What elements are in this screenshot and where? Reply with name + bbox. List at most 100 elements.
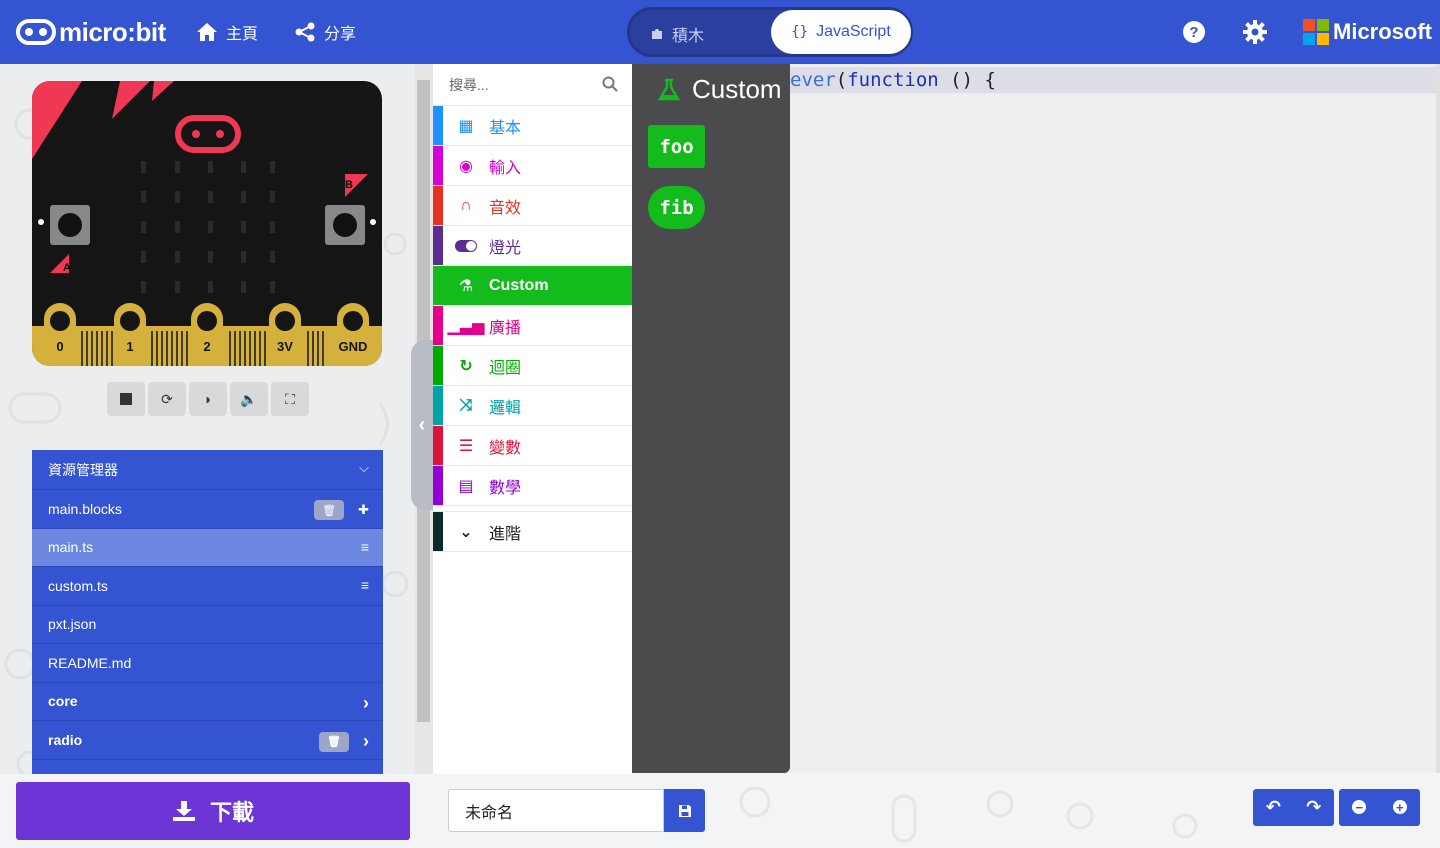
slowmo-icon: ◗ [203, 391, 213, 407]
svg-text:B: B [345, 179, 353, 191]
redo-button[interactable]: ↷ [1306, 797, 1321, 818]
file-custom-ts[interactable]: custom.ts ≡ [32, 567, 383, 606]
package-core[interactable]: core › [32, 683, 383, 721]
category-variables[interactable]: ☰ 變數 [433, 426, 632, 466]
chevron-right-icon: › [363, 731, 369, 751]
project-name-value: 未命名 [465, 804, 514, 822]
code-token: ever [790, 69, 836, 91]
gear-icon[interactable] [1243, 20, 1267, 44]
top-menu-bar: micro:bit 主頁 分享 積木 {} JavaScript ? Micro… [0, 0, 1440, 64]
home-button[interactable]: 主頁 [196, 18, 258, 46]
refresh-icon: ↻ [459, 357, 473, 375]
code-editor[interactable]: ever(function () { [790, 64, 1440, 773]
category-label: 邏輯 [489, 399, 522, 417]
mute-button[interactable]: 🔈 [230, 382, 268, 416]
flyout-title: Custom [658, 74, 782, 105]
file-main-blocks[interactable]: main.blocks 🗑 ✚ [32, 490, 383, 529]
block-fib[interactable]: fib [648, 186, 705, 229]
project-name-input[interactable]: 未命名 [448, 789, 664, 832]
code-line-1[interactable]: ever(function () { [790, 67, 1438, 93]
chevron-right-icon: › [363, 692, 369, 713]
fullscreen-button[interactable]: ⛶ [271, 382, 309, 416]
stop-button[interactable] [107, 382, 145, 416]
category-advanced[interactable]: ⌄ 進階 [433, 512, 632, 552]
flyout-title-text: Custom [692, 74, 782, 104]
text-file-icon: ≡ [360, 538, 369, 555]
explorer-header[interactable]: 資源管理器 ⌵ [32, 450, 383, 490]
chevron-down-icon: ⌵ [359, 460, 369, 475]
category-input[interactable]: ◉ 輸入 [433, 146, 632, 186]
toolbox-search[interactable]: 搜尋... [433, 64, 632, 106]
category-logic[interactable]: ⤨ 邏輯 [433, 386, 632, 426]
grid-icon: ▦ [458, 117, 474, 135]
category-math[interactable]: ▤ 數學 [433, 466, 632, 506]
help-icon[interactable]: ? [1182, 20, 1206, 44]
file-explorer: 資源管理器 ⌵ main.blocks 🗑 ✚ main.ts ≡ custom.… [32, 450, 383, 774]
category-label: 進階 [489, 525, 522, 543]
simulator-controls: ⟳ ◗ 🔈 ⛶ [107, 382, 309, 416]
category-label: 變數 [489, 439, 522, 457]
block-label: fib [659, 196, 694, 219]
file-name: README.md [48, 654, 132, 671]
category-basic[interactable]: ▦ 基本 [433, 106, 632, 146]
shuffle-icon: ⤨ [459, 396, 473, 414]
package-row-partial[interactable] [32, 760, 383, 775]
editor-scrollbar[interactable] [1436, 64, 1440, 773]
package-radio[interactable]: radio 🗑 › [32, 721, 383, 760]
blocks-tab[interactable]: 積木 [650, 22, 704, 46]
microbit-board-graphic: A B 0 1 2 3V GND [32, 81, 382, 366]
braces-icon: {} [791, 24, 809, 40]
zoom-out-button[interactable]: − [1352, 799, 1367, 817]
collapse-simulator-button[interactable]: ‹ [411, 340, 433, 510]
javascript-tab[interactable]: {} JavaScript [771, 10, 911, 54]
restart-button[interactable]: ⟳ [148, 382, 186, 416]
category-custom[interactable]: ⚗ Custom [433, 266, 632, 306]
category-led[interactable]: 燈光 [433, 226, 632, 266]
category-label: 音效 [489, 199, 522, 217]
zoom-in-button[interactable]: + [1392, 799, 1407, 817]
stop-icon [120, 393, 132, 405]
fullscreen-icon: ⛶ [285, 390, 295, 407]
microbit-logo-icon [16, 19, 56, 45]
file-name: main.blocks [48, 500, 122, 517]
microsoft-logo[interactable]: Microsoft [1303, 19, 1432, 45]
download-button[interactable]: 下載 [16, 782, 410, 840]
file-name: pxt.json [48, 616, 97, 633]
share-button[interactable]: 分享 [294, 18, 356, 46]
home-icon [197, 23, 217, 41]
target-icon: ◉ [459, 157, 473, 175]
explorer-title: 資源管理器 [48, 461, 118, 478]
file-pxt-json[interactable]: pxt.json [32, 606, 383, 644]
custom-flyout: Custom foo fib [632, 64, 790, 773]
delete-button[interactable]: 🗑 [319, 731, 349, 752]
microsoft-logo-icon [1303, 19, 1329, 45]
puzzle-icon [652, 29, 662, 39]
microbit-board[interactable]: A B 0 1 2 3V GND [32, 81, 382, 366]
file-name: main.ts [48, 539, 94, 556]
delete-button[interactable]: 🗑 [314, 500, 345, 520]
download-label: 下載 [209, 800, 254, 825]
category-radio[interactable]: ▁▃▅ 廣播 [433, 306, 632, 346]
category-loops[interactable]: ↻ 迴圈 [433, 346, 632, 386]
editor-toggle: 積木 {} JavaScript [627, 7, 913, 57]
home-label: 主頁 [226, 26, 259, 43]
save-button[interactable] [664, 789, 705, 832]
category-label: 輸入 [489, 159, 522, 177]
sound-icon: 🔈 [240, 390, 258, 407]
puzzle-icon: ✚ [358, 502, 369, 517]
search-icon [602, 76, 618, 92]
javascript-label: JavaScript [816, 23, 891, 40]
headphones-icon: ∩ [460, 196, 472, 214]
block-foo[interactable]: foo [648, 125, 705, 168]
file-readme[interactable]: README.md [32, 644, 383, 683]
search-input[interactable]: 搜尋... [449, 75, 489, 95]
file-main-ts[interactable]: main.ts ≡ [32, 528, 383, 567]
slowmo-button[interactable]: ◗ [189, 382, 227, 416]
calculator-icon: ▤ [458, 477, 474, 495]
toolbox: 搜尋... ▦ 基本 ◉ 輸入 ∩ 音效 燈光 ⚗ Custom ▁▃▅ 廣播 … [433, 64, 632, 774]
microbit-logo[interactable]: micro:bit [16, 14, 166, 50]
blocks-label: 積木 [672, 28, 705, 45]
category-music[interactable]: ∩ 音效 [433, 186, 632, 226]
svg-text:0: 0 [56, 339, 63, 354]
undo-button[interactable]: ↶ [1266, 797, 1281, 818]
